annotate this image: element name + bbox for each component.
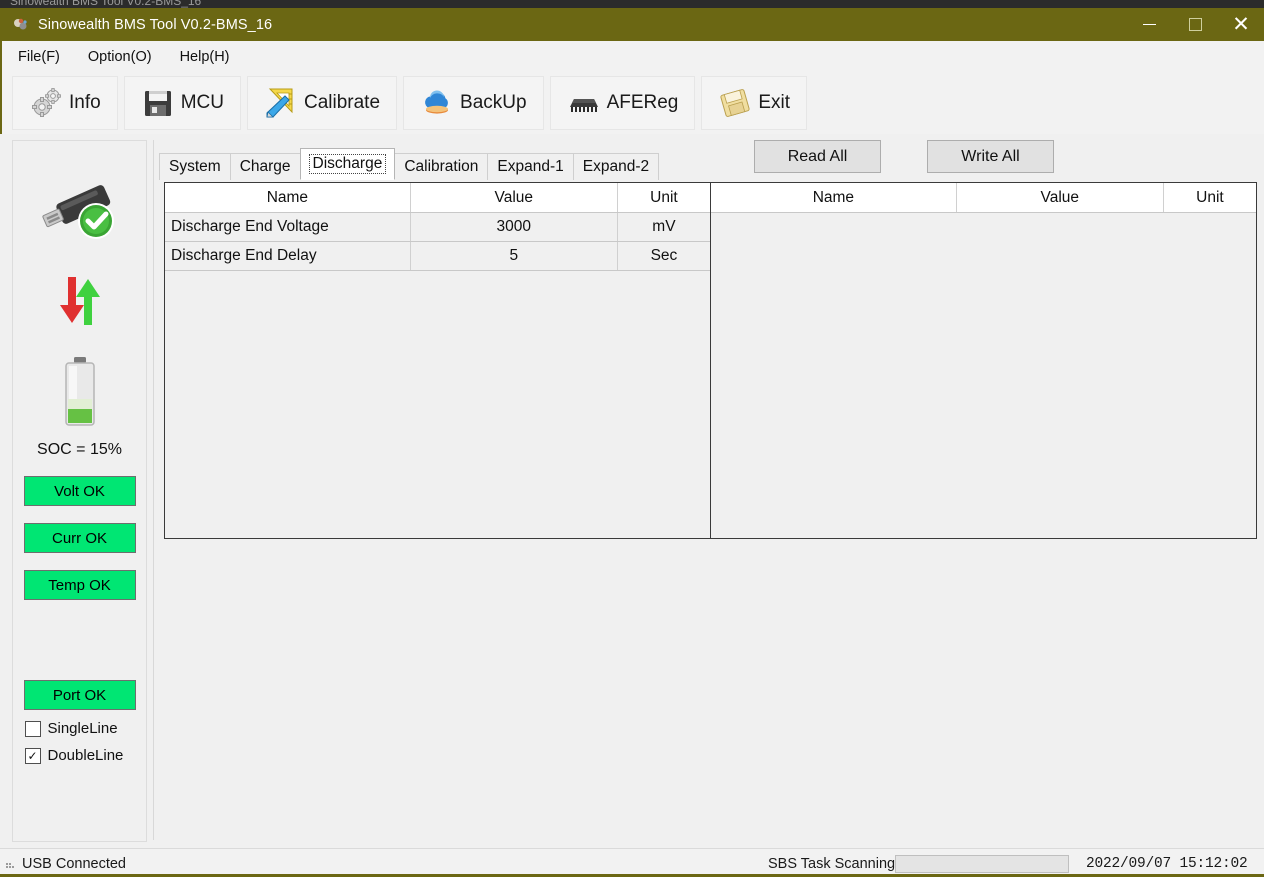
battery-icon — [58, 355, 102, 429]
tab-calibration-label: Calibration — [404, 158, 478, 176]
toolbar-button-backup-label: BackUp — [460, 92, 527, 114]
resize-grip-icon — [4, 857, 18, 871]
toolbar-button-calibrate[interactable]: Calibrate — [247, 76, 397, 130]
tab-strip: System Charge Discharge Calibration Expa… — [159, 152, 658, 180]
tab-system-label: System — [169, 158, 221, 176]
status-button-curr[interactable]: Curr OK — [24, 523, 136, 553]
cell-value[interactable]: 3000 — [410, 213, 617, 242]
secondary-table: Name Value Unit — [711, 183, 1256, 213]
close-button[interactable]: ✕ — [1218, 8, 1264, 41]
table-row[interactable]: Discharge End Voltage 3000 mV — [165, 213, 710, 242]
status-sidebar: SOC = 15% Volt OK Curr OK Temp OK Port O… — [12, 140, 147, 842]
read-all-button[interactable]: Read All — [754, 140, 881, 173]
tab-discharge-label: Discharge — [309, 154, 387, 174]
close-icon: ✕ — [1232, 14, 1250, 35]
cell-name[interactable]: Discharge End Voltage — [165, 213, 410, 242]
ruler-triangle-icon — [264, 86, 298, 120]
tab-charge-label: Charge — [240, 158, 291, 176]
checkbox-doubleline-box[interactable]: ✓ — [25, 748, 41, 764]
write-all-button[interactable]: Write All — [927, 140, 1054, 173]
cell-unit: Sec — [617, 242, 710, 271]
datetime-label: 2022/09/07 15:12:02 — [1086, 856, 1248, 872]
column-header-value[interactable]: Value — [956, 183, 1163, 213]
toolbar-button-afereg[interactable]: AFEReg — [550, 76, 696, 130]
toolbar-button-info-label: Info — [69, 92, 101, 114]
toolbar-button-mcu[interactable]: MCU — [124, 76, 241, 130]
table-header-row: Name Value Unit — [165, 183, 710, 213]
cell-value[interactable]: 5 — [410, 242, 617, 271]
usb-status-label: USB Connected — [22, 856, 126, 872]
toolbar-button-calibrate-label: Calibrate — [304, 92, 380, 114]
column-header-unit[interactable]: Unit — [617, 183, 710, 213]
menu-item-file[interactable]: File(F) — [6, 45, 72, 69]
table-header-row: Name Value Unit — [711, 183, 1256, 213]
discharge-parameter-table[interactable]: Name Value Unit Discharge End Voltage 30… — [164, 182, 711, 539]
status-button-volt[interactable]: Volt OK — [24, 476, 136, 506]
column-header-value[interactable]: Value — [410, 183, 617, 213]
status-bar: USB Connected SBS Task Scanning 2022/09/… — [0, 848, 1264, 877]
toolbar-button-mcu-label: MCU — [181, 92, 224, 114]
menu-item-option[interactable]: Option(O) — [76, 45, 164, 69]
column-header-unit[interactable]: Unit — [1163, 183, 1256, 213]
task-status-label: SBS Task Scanning — [768, 856, 895, 872]
toolbar-button-afereg-label: AFEReg — [607, 92, 679, 114]
maximize-button[interactable] — [1172, 8, 1218, 41]
tab-expand-1[interactable]: Expand-1 — [487, 153, 573, 180]
status-button-port[interactable]: Port OK — [24, 680, 136, 710]
tab-discharge[interactable]: Discharge — [300, 148, 396, 180]
window-title: Sinowealth BMS Tool V0.2-BMS_16 — [38, 17, 272, 33]
toolbar: Info MCU — [0, 72, 1264, 134]
tab-calibration[interactable]: Calibration — [394, 153, 488, 180]
checkbox-doubleline[interactable]: ✓ DoubleLine — [25, 747, 135, 764]
minimize-icon — [1143, 24, 1156, 26]
table-empty-area — [711, 213, 1256, 539]
maximize-icon — [1189, 18, 1202, 31]
soc-label: SOC = 15% — [37, 441, 122, 459]
gears-icon — [29, 86, 63, 120]
tab-charge[interactable]: Charge — [230, 153, 301, 180]
minimize-button[interactable] — [1126, 8, 1172, 41]
menu-item-help[interactable]: Help(H) — [168, 45, 242, 69]
secondary-parameter-table[interactable]: Name Value Unit — [710, 182, 1257, 539]
usb-ok-icon — [32, 173, 128, 247]
chip-icon — [567, 86, 601, 120]
tab-expand-2[interactable]: Expand-2 — [573, 153, 659, 180]
checkbox-singleline-label: SingleLine — [48, 720, 118, 737]
menu-bar: File(F) Option(O) Help(H) — [0, 41, 1264, 72]
tab-expand-2-label: Expand-2 — [583, 158, 649, 176]
checkbox-singleline[interactable]: SingleLine — [25, 720, 135, 737]
toolbar-button-info[interactable]: Info — [12, 76, 118, 130]
window-controls: ✕ — [1126, 8, 1264, 41]
table-empty-area — [165, 271, 710, 539]
tab-expand-1-label: Expand-1 — [497, 158, 563, 176]
bms-app-icon — [12, 16, 30, 34]
checkbox-doubleline-label: DoubleLine — [48, 747, 124, 764]
cell-unit: mV — [617, 213, 710, 242]
floppy-exit-icon — [718, 86, 752, 120]
application-window: Sinowealth BMS Tool V0.2-BMS_16 Sinoweal… — [0, 0, 1264, 877]
tab-system[interactable]: System — [159, 153, 231, 180]
toolbar-button-exit-label: Exit — [758, 92, 790, 114]
toolbar-button-backup[interactable]: BackUp — [403, 76, 544, 130]
toolbar-button-exit[interactable]: Exit — [701, 76, 807, 130]
column-header-name[interactable]: Name — [711, 183, 956, 213]
status-button-temp[interactable]: Temp OK — [24, 570, 136, 600]
cell-name[interactable]: Discharge End Delay — [165, 242, 410, 271]
main-content-panel: System Charge Discharge Calibration Expa… — [153, 140, 1253, 840]
cloud-icon — [420, 86, 454, 120]
background-window-title: Sinowealth BMS Tool V0.2-BMS_16 — [10, 0, 201, 8]
checkbox-doubleline-tick: ✓ — [27, 750, 37, 762]
background-window-strip: Sinowealth BMS Tool V0.2-BMS_16 — [0, 0, 1264, 8]
title-bar: Sinowealth BMS Tool V0.2-BMS_16 ✕ — [0, 8, 1264, 41]
checkbox-singleline-box[interactable] — [25, 721, 41, 737]
transfer-arrows-icon — [48, 269, 112, 333]
task-progress-bar — [895, 855, 1069, 873]
table-row[interactable]: Discharge End Delay 5 Sec — [165, 242, 710, 271]
discharge-table: Name Value Unit Discharge End Voltage 30… — [165, 183, 710, 271]
floppy-disk-icon — [141, 86, 175, 120]
column-header-name[interactable]: Name — [165, 183, 410, 213]
